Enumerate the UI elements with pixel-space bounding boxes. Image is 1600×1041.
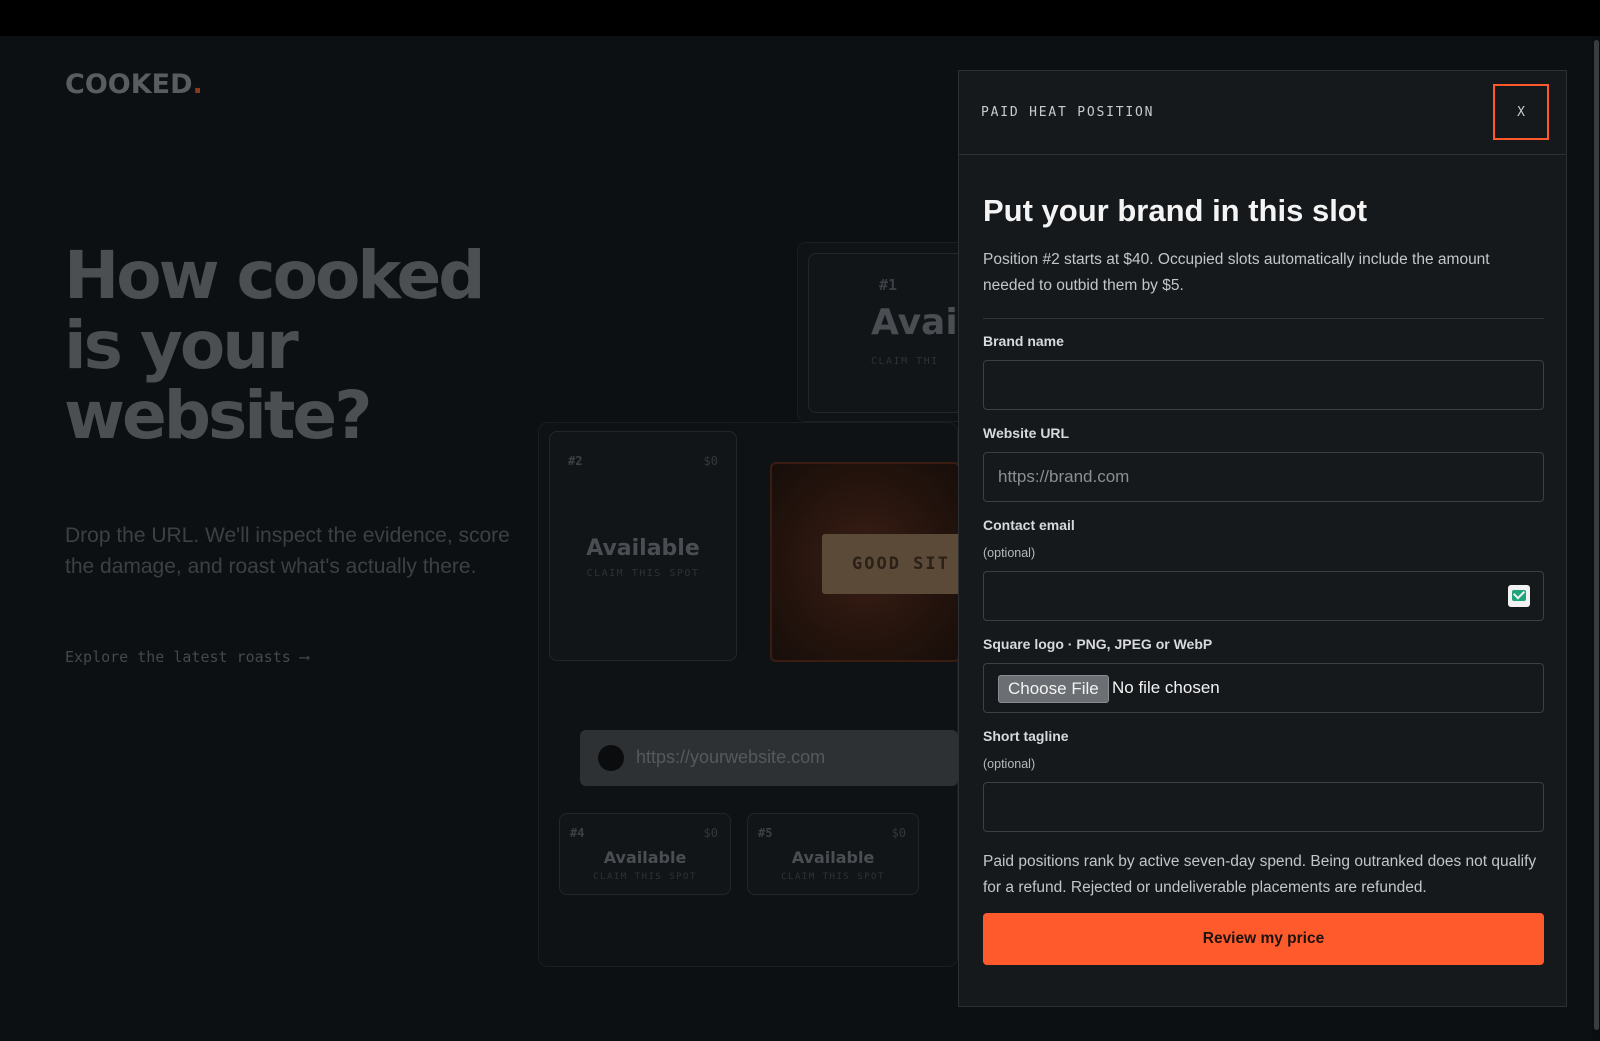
website-url-input[interactable] [983,452,1544,502]
slot-claim-text: CLAIM THIS SPOT [586,568,700,579]
slot-claim-text: CLAIM THI [871,356,939,367]
slot-1[interactable]: #1 Avai CLAIM THI [808,253,968,413]
slot-2[interactable]: #2 $0 Available CLAIM THIS SPOT [549,431,737,661]
cooked-logo[interactable]: COOKED. [65,69,203,100]
scrollbar-thumb[interactable] [1594,40,1599,1030]
url-status-dot [598,745,624,771]
brand-name-input[interactable] [983,360,1544,410]
browser-top-bar [0,0,1600,36]
refund-policy-text: Paid positions rank by active seven-day … [983,853,1537,896]
slot-price: $0 [703,826,718,840]
short-tagline-hint: (optional) [983,757,1036,771]
slot-available-text: Avai [871,302,958,343]
slot-number: #2 [568,454,583,468]
slot-5[interactable]: #5 $0 Available CLAIM THIS SPOT [747,813,919,895]
review-price-button[interactable]: Review my price [983,913,1544,965]
hero-headline: How cooked is your website? [64,237,485,454]
modal-title: Put your brand in this slot [983,193,1368,228]
modal-divider [983,318,1544,319]
slot-price: $0 [703,454,718,468]
contact-email-label: Contact email [983,517,1075,533]
featured-slot-tag: GOOD SIT [822,534,972,594]
slot-available-text: Available [586,536,700,561]
website-url-label: Website URL [983,425,1070,441]
logo-file-input[interactable]: Choose File No file chosen [983,663,1544,713]
contact-email-hint: (optional) [983,546,1036,560]
slot-claim-text: CLAIM THIS SPOT [781,872,885,882]
modal-eyebrow: PAID HEAT POSITION [981,105,1155,120]
page-scrollbar[interactable] [1592,36,1600,1041]
slot-available-text: Available [603,848,687,867]
file-status-text: No file chosen [1112,678,1220,697]
short-tagline-label: Short tagline [983,728,1069,744]
brand-name-label: Brand name [983,333,1064,349]
slot-available-text: Available [791,848,875,867]
url-input-placeholder: https://yourwebsite.com [636,747,826,767]
contact-email-input[interactable] [983,571,1544,621]
url-input-bar[interactable]: https://yourwebsite.com [580,730,958,786]
hero-subtext: Drop the URL. We'll inspect the evidence… [65,524,510,578]
short-tagline-input[interactable] [983,782,1544,832]
slot-number: #4 [570,826,585,840]
paid-position-modal: PAID HEAT POSITION X Put your brand in t… [958,70,1567,1007]
choose-file-button[interactable]: Choose File [998,675,1109,703]
modal-header: PAID HEAT POSITION X [959,71,1566,155]
featured-slot[interactable]: GOOD SIT [770,462,972,662]
square-logo-label: Square logo · PNG, JPEG or WebP [983,636,1213,652]
slot-4[interactable]: #4 $0 Available CLAIM THIS SPOT [559,813,731,895]
modal-description: Position #2 starts at $40. Occupied slot… [983,251,1490,294]
slot-number: #5 [758,826,773,840]
slot-board-top: #1 Avai CLAIM THI [797,242,968,422]
slot-number: #1 [879,276,898,294]
email-autofill-icon[interactable] [1508,585,1530,607]
explore-roasts-link[interactable]: Explore the latest roasts ⟶ [65,648,309,666]
close-button[interactable]: X [1493,84,1549,140]
slot-price: $0 [891,826,906,840]
slot-claim-text: CLAIM THIS SPOT [593,872,697,882]
